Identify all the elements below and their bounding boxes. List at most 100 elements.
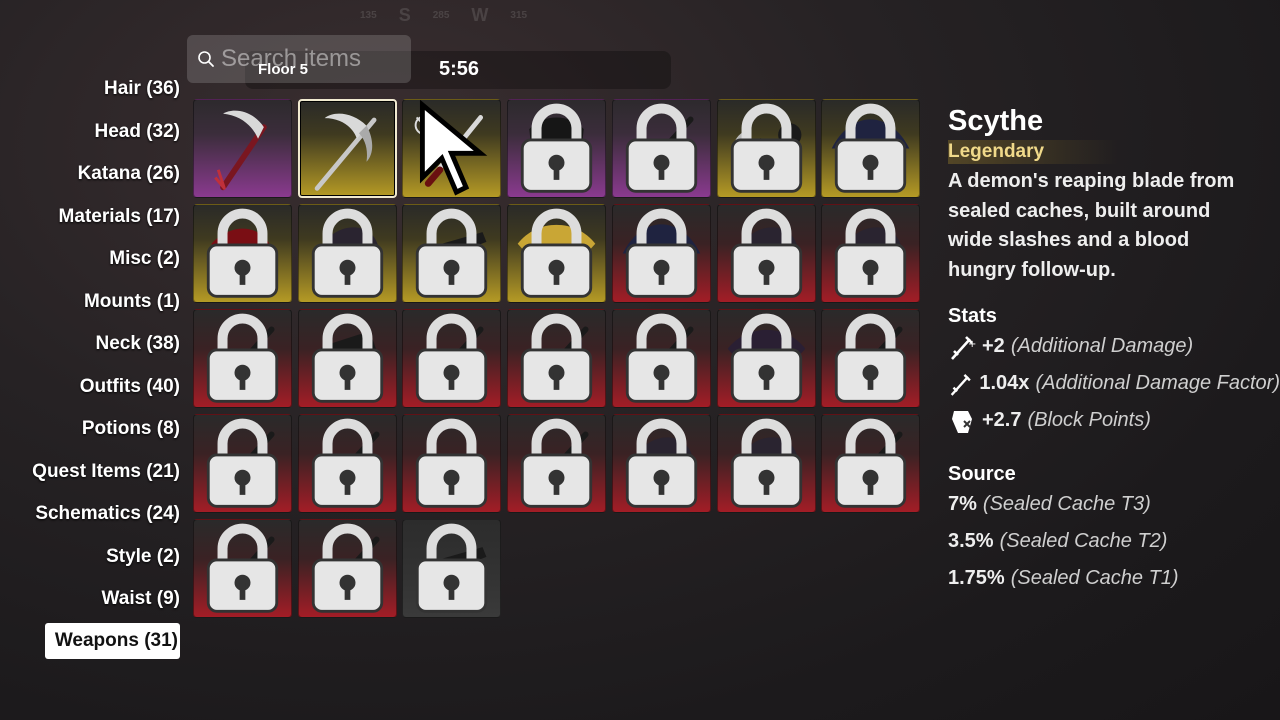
item-slot[interactable] xyxy=(507,204,607,303)
category-list[interactable]: Hair (36) Head (32) Katana (26) Materials (… xyxy=(0,75,180,665)
item-slot[interactable] xyxy=(402,99,502,198)
item-slot[interactable] xyxy=(611,414,711,513)
item-slot[interactable] xyxy=(193,519,292,618)
category-item[interactable]: Head (32) xyxy=(84,117,180,147)
item-slot[interactable] xyxy=(821,414,921,513)
lock-icon xyxy=(311,313,383,403)
category-item[interactable]: Hair (36) xyxy=(94,75,180,104)
category-item[interactable]: Weapons (31) xyxy=(44,623,180,659)
item-slot[interactable] xyxy=(821,309,921,408)
item-name: Scythe xyxy=(948,105,1044,137)
category-item[interactable]: Misc (2) xyxy=(99,244,180,274)
lock-icon xyxy=(416,313,488,403)
category-item[interactable]: Materials (17) xyxy=(49,202,180,232)
source-chance: 7% xyxy=(948,493,977,515)
item-rarity: Legendary xyxy=(948,140,1118,164)
item-slot[interactable] xyxy=(193,414,292,513)
item-grid[interactable] xyxy=(193,99,923,619)
item-slot[interactable] xyxy=(716,309,816,408)
source-list: 7% (Sealed Cache T3) 3.5% (Sealed Cache T… xyxy=(948,486,1280,597)
item-slot[interactable] xyxy=(297,99,397,198)
lock-icon xyxy=(311,418,383,508)
category-item[interactable]: Potions (8) xyxy=(72,414,180,444)
lock-icon xyxy=(835,103,907,193)
source-name: (Sealed Cache T1) xyxy=(1010,567,1179,589)
item-slot[interactable] xyxy=(716,99,816,198)
lock-icon xyxy=(206,208,279,298)
source-chance: 3.5% xyxy=(948,530,994,552)
item-slot[interactable] xyxy=(402,519,502,618)
item-slot[interactable] xyxy=(193,99,292,198)
double-scythe-icon xyxy=(314,113,377,191)
item-slot[interactable] xyxy=(507,414,607,513)
stat-row: + +2 (Additional Damage) xyxy=(948,328,1280,365)
lock-icon xyxy=(625,313,697,403)
search-icon xyxy=(198,51,214,67)
item-slot[interactable] xyxy=(402,414,502,513)
compass-tick: 135 xyxy=(360,9,377,21)
lock-icon xyxy=(520,313,593,403)
item-detail-panel: Scythe Legendary A demon's reaping blade… xyxy=(948,105,1280,597)
category-item[interactable]: Neck (38) xyxy=(86,329,181,359)
stat-row: +2.7 (Block Points) xyxy=(948,402,1280,439)
stat-value: +2.7 xyxy=(982,409,1022,431)
compass-bar: 135 S 285 W 315 xyxy=(360,4,580,26)
lock-icon xyxy=(730,103,802,193)
item-slot[interactable] xyxy=(821,99,921,198)
item-slot[interactable] xyxy=(297,519,397,618)
lock-icon xyxy=(206,418,279,508)
lock-icon xyxy=(835,208,907,298)
lock-icon xyxy=(625,103,697,193)
item-slot[interactable] xyxy=(297,414,397,513)
stats-list: + +2 (Additional Damage) 1.04x (Addition… xyxy=(948,328,1280,439)
item-slot[interactable] xyxy=(402,204,502,303)
category-item[interactable]: Style (2) xyxy=(96,542,180,572)
lock-icon xyxy=(520,208,593,298)
scythe-icon xyxy=(214,110,267,191)
damage-factor-icon xyxy=(950,373,971,396)
search-input[interactable] xyxy=(221,45,401,73)
category-item[interactable]: Quest Items (21) xyxy=(22,457,180,487)
lock-icon xyxy=(730,418,802,508)
item-slot[interactable] xyxy=(193,309,292,408)
block-icon xyxy=(952,410,972,433)
item-slot[interactable] xyxy=(297,309,397,408)
lock-icon xyxy=(206,313,279,403)
item-slot[interactable] xyxy=(402,309,502,408)
lock-icon xyxy=(520,103,593,193)
stat-label: (Block Points) xyxy=(1027,409,1151,431)
item-slot[interactable] xyxy=(611,99,711,198)
mouse-cursor-icon xyxy=(420,100,488,196)
item-slot[interactable] xyxy=(716,204,816,303)
item-slot[interactable] xyxy=(716,414,816,513)
item-slot[interactable] xyxy=(611,309,711,408)
source-chance: 1.75% xyxy=(948,567,1005,589)
floor-label: Floor 5 xyxy=(258,61,309,78)
item-slot[interactable] xyxy=(611,204,711,303)
svg-text:+: + xyxy=(968,339,976,350)
lock-icon xyxy=(520,418,593,508)
stat-label: (Additional Damage Factor) xyxy=(1035,372,1280,394)
item-slot[interactable] xyxy=(297,204,397,303)
category-item[interactable]: Outfits (40) xyxy=(70,372,180,402)
item-slot[interactable] xyxy=(507,99,607,198)
category-item[interactable]: Mounts (1) xyxy=(74,287,180,317)
timer: 5:56 xyxy=(439,58,480,80)
item-slot[interactable] xyxy=(193,204,292,303)
category-item[interactable]: Schematics (24) xyxy=(25,499,180,529)
item-slot[interactable] xyxy=(821,204,921,303)
category-item[interactable]: Waist (9) xyxy=(92,584,180,614)
compass-direction: W xyxy=(471,4,489,25)
lock-icon xyxy=(625,418,697,508)
lock-icon xyxy=(416,523,488,613)
lock-icon xyxy=(730,313,802,403)
category-item[interactable]: Katana (26) xyxy=(68,159,180,189)
lock-icon xyxy=(311,523,383,613)
lock-icon xyxy=(416,208,488,298)
lock-icon xyxy=(625,208,697,298)
source-name: (Sealed Cache T3) xyxy=(982,493,1151,515)
lock-icon xyxy=(835,418,907,508)
item-slot[interactable] xyxy=(507,309,607,408)
damage-icon: + xyxy=(951,335,976,360)
compass-tick: 285 xyxy=(432,9,450,21)
